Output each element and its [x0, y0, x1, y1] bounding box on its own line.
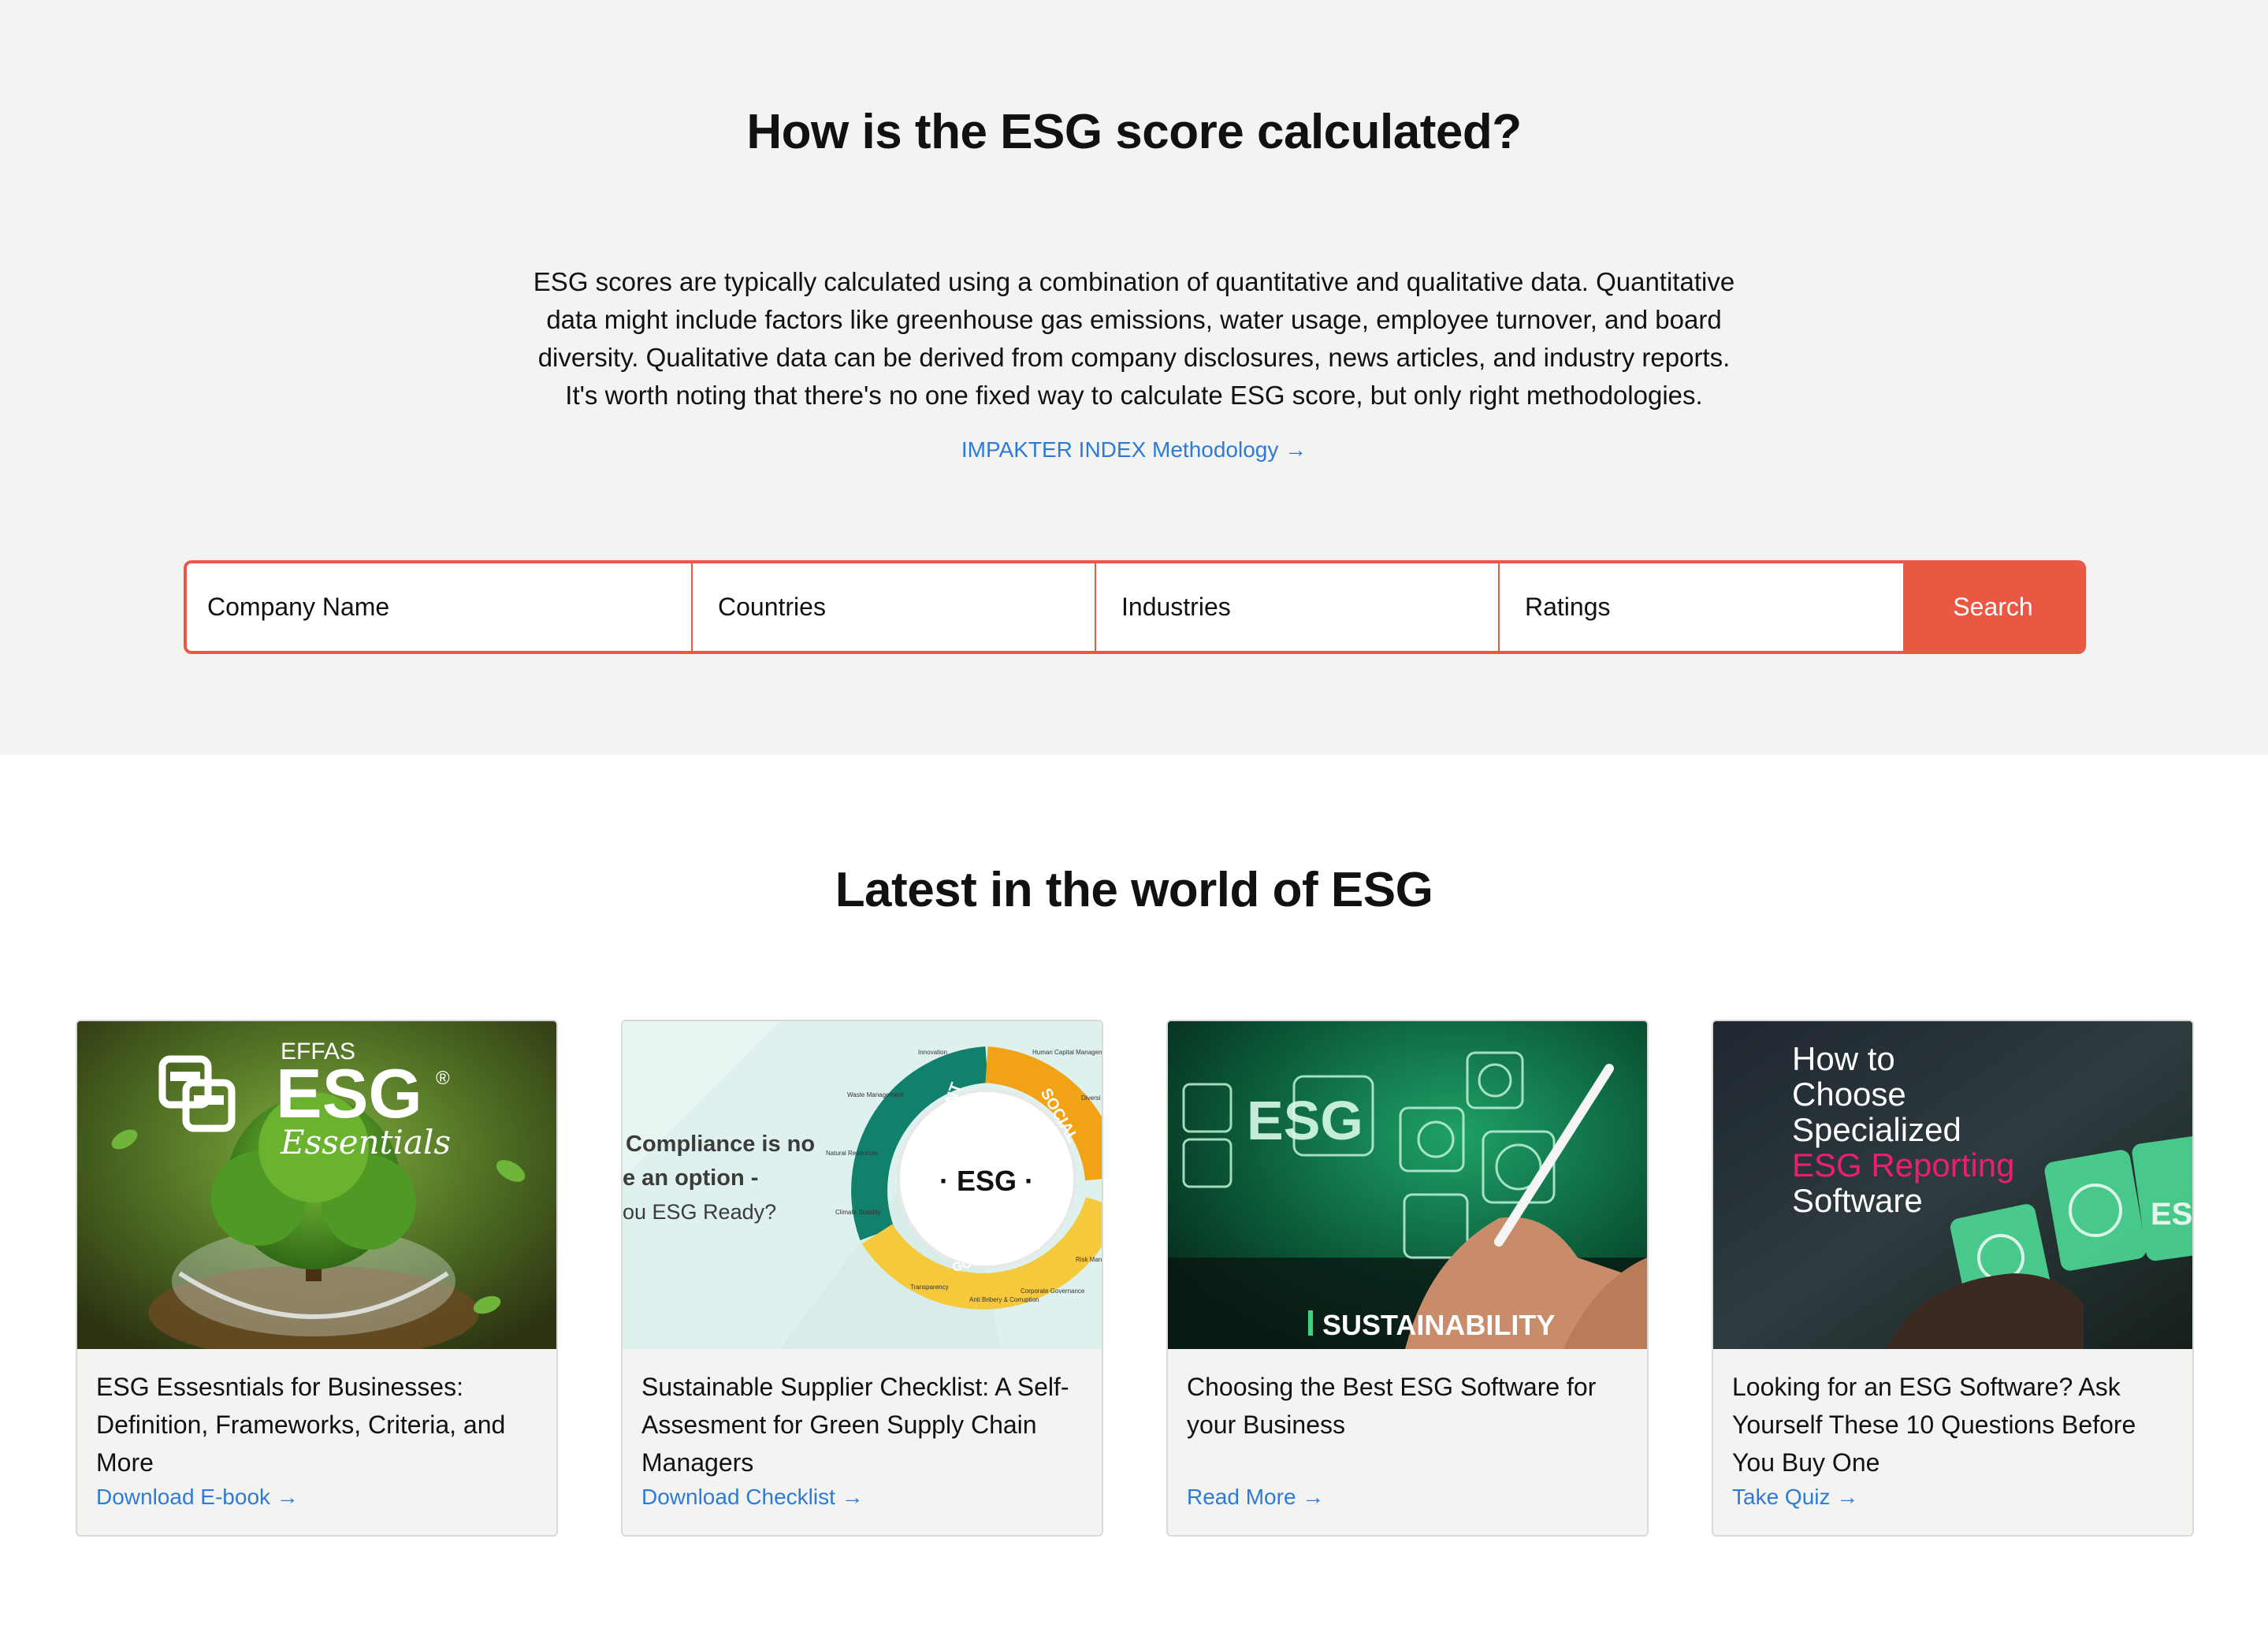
search-button[interactable]: Search [1903, 563, 2083, 651]
wheel-small-label: Natural Resources [826, 1150, 878, 1157]
take-quiz-link[interactable]: Take Quiz → [1732, 1485, 1858, 1510]
registered-mark: ® [436, 1068, 450, 1089]
quiz-headline-line: Choose [1792, 1076, 1906, 1113]
hero-title: How is the ESG score calculated? [746, 105, 1522, 159]
esg-reporting-illustration: How to Choose Specialized ESG Reporting … [1713, 1021, 2192, 1349]
read-more-link[interactable]: Read More → [1187, 1485, 1324, 1510]
ratings-input[interactable] [1500, 563, 1903, 651]
article-title[interactable]: Choosing the Best ESG Software for your … [1187, 1368, 1636, 1444]
article-card[interactable]: ESG SUSTAINABILITY Choosing the Best ESG… [1166, 1020, 1649, 1537]
latest-title: Latest in the world of ESG [835, 863, 1433, 917]
wheel-small-label: Innovation [918, 1049, 947, 1056]
wheel-small-label: Anti Bribery & Corruption [969, 1296, 1039, 1303]
wheel-small-label: Climate Stability [835, 1209, 880, 1216]
wheel-small-label: Human Capital Management [1032, 1049, 1102, 1056]
company-name-input[interactable] [187, 563, 693, 651]
sustainability-illustration: ESG SUSTAINABILITY [1168, 1021, 1647, 1349]
article-title[interactable]: ESG Essesntials for Businesses: Definiti… [96, 1368, 545, 1481]
article-title[interactable]: Looking for an ESG Software? Ask Yoursel… [1732, 1368, 2181, 1481]
download-checklist-link[interactable]: Download Checklist → [641, 1485, 864, 1510]
article-card[interactable]: EFFAS ESG ® Essentials ESG Essesntials f… [76, 1020, 558, 1537]
quiz-headline-highlight: ESG Reporting [1792, 1147, 2014, 1184]
methodology-link[interactable]: IMPAKTER INDEX Methodology → [0, 437, 2268, 463]
hero-intro: ESG scores are typically calculated usin… [520, 263, 1748, 414]
wheel-center-label: · ESG · [939, 1165, 1034, 1197]
sustainability-caption: SUSTAINABILITY [1322, 1309, 1555, 1341]
intro-line: ESG scores are typically calculated usin… [533, 267, 1735, 296]
compliance-line: Compliance is no [626, 1132, 815, 1157]
intro-line: It's worth noting that there's no one fi… [565, 381, 1703, 410]
esg-essentials-illustration: EFFAS ESG ® Essentials [77, 1021, 556, 1349]
intro-line: diversity. Qualitative data can be deriv… [537, 343, 1731, 372]
compliance-line: e an option - [623, 1165, 758, 1191]
esg-essentials-image[interactable]: EFFAS ESG ® Essentials [77, 1021, 556, 1349]
article-card[interactable]: How to Choose Specialized ESG Reporting … [1712, 1020, 2194, 1537]
quiz-headline-line: How to [1792, 1040, 1895, 1077]
download-ebook-link[interactable]: Download E-book → [96, 1485, 299, 1510]
wheel-small-label: Corporate Governance [1021, 1288, 1085, 1295]
quiz-headline-line: Specialized [1792, 1111, 1961, 1148]
wheel-small-label: Risk Managem [1076, 1256, 1102, 1263]
compliance-line: ou ESG Ready? [623, 1200, 776, 1224]
quiz-headline-line: Software [1792, 1182, 1923, 1219]
search-bar: Search [184, 560, 2086, 654]
esg-quiz-image[interactable]: How to Choose Specialized ESG Reporting … [1713, 1021, 2192, 1349]
intro-line: data might include factors like greenhou… [546, 305, 1722, 334]
countries-input[interactable] [693, 563, 1096, 651]
esg-software-image[interactable]: ESG SUSTAINABILITY [1168, 1021, 1647, 1349]
esg-label: ESG [276, 1054, 422, 1132]
article-title[interactable]: Sustainable Supplier Checklist: A Self-A… [641, 1368, 1091, 1481]
essentials-script: Essentials [280, 1123, 451, 1161]
wheel-small-label: Diversi [1081, 1095, 1101, 1102]
supplier-checklist-image[interactable]: Compliance is no e an option - ou ESG Re… [623, 1021, 1102, 1349]
hero-section: How is the ESG score calculated? ESG sco… [0, 0, 2268, 755]
esg-overlay-text: ESG [1247, 1090, 1363, 1151]
wheel-small-label: Waste Management [847, 1091, 904, 1098]
esg-wheel-illustration: Compliance is no e an option - ou ESG Re… [623, 1021, 1102, 1349]
article-card[interactable]: Compliance is no e an option - ou ESG Re… [621, 1020, 1103, 1537]
wheel-small-label: Transparency [910, 1284, 949, 1291]
industries-input[interactable] [1096, 563, 1500, 651]
esg-panel-text: ESG [2151, 1197, 2192, 1232]
